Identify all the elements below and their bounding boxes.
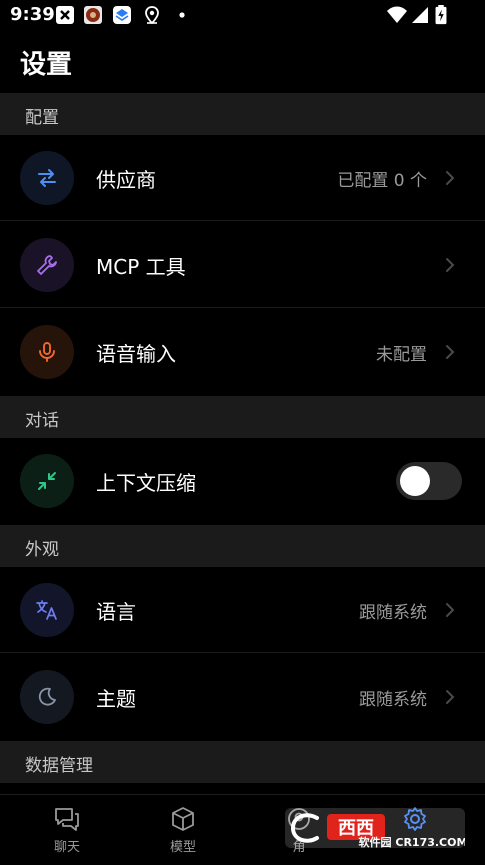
section-header-config: 配置 bbox=[0, 93, 485, 135]
compression-icon-badge bbox=[20, 454, 74, 508]
shrink-arrows-icon bbox=[38, 472, 56, 490]
toggle-knob bbox=[400, 466, 430, 496]
watermark-site: 软件园 CR173.COM bbox=[359, 835, 465, 849]
section-header-chat: 对话 bbox=[0, 396, 485, 438]
cube-icon bbox=[172, 807, 194, 831]
compression-label: 上下文压缩 bbox=[96, 471, 196, 495]
chevron-right-icon bbox=[446, 345, 455, 359]
mcp-label: MCP 工具 bbox=[96, 255, 186, 279]
wifi-icon bbox=[387, 6, 407, 23]
nav-label-models: 模型 bbox=[169, 840, 196, 855]
voice-value: 未配置 bbox=[376, 345, 427, 365]
language-label: 语言 bbox=[96, 600, 136, 624]
location-icon bbox=[145, 6, 159, 25]
microphone-icon bbox=[39, 342, 55, 362]
theme-icon-badge bbox=[20, 670, 74, 724]
notification-x-icon bbox=[56, 6, 74, 24]
notification-app-icon bbox=[84, 6, 102, 24]
chevron-right-icon bbox=[446, 258, 455, 272]
section-header-appearance: 外观 bbox=[0, 525, 485, 567]
settings-row-language[interactable]: 语言 跟随系统 bbox=[0, 567, 485, 653]
chevron-right-icon bbox=[446, 690, 455, 704]
settings-row-compression[interactable]: 上下文压缩 bbox=[0, 438, 485, 524]
status-bar: 9:39 bbox=[0, 0, 485, 30]
section-title-appearance: 外观 bbox=[25, 540, 59, 560]
nav-tab-models[interactable]: 模型 bbox=[138, 795, 228, 865]
status-time: 9:39 bbox=[10, 4, 55, 25]
compression-toggle[interactable] bbox=[396, 462, 462, 500]
wrench-icon bbox=[37, 255, 57, 275]
mcp-icon-badge bbox=[20, 238, 74, 292]
battery-charging-icon bbox=[435, 5, 447, 25]
provider-icon-badge bbox=[20, 151, 74, 205]
arrows-swap-icon bbox=[38, 169, 56, 187]
nav-tab-chat[interactable]: 聊天 bbox=[22, 795, 112, 865]
voice-label: 语音输入 bbox=[96, 342, 176, 366]
nav-label-chat: 聊天 bbox=[53, 840, 80, 855]
translate-icon bbox=[36, 600, 57, 620]
notification-layers-icon bbox=[113, 6, 131, 24]
more-dot-icon bbox=[179, 12, 185, 18]
settings-row-mcp[interactable]: MCP 工具 bbox=[0, 222, 485, 308]
page-title: 设置 bbox=[20, 50, 73, 80]
settings-row-voice[interactable]: 语音输入 未配置 bbox=[0, 309, 485, 395]
theme-label: 主题 bbox=[96, 687, 136, 711]
settings-row-theme[interactable]: 主题 跟随系统 bbox=[0, 654, 485, 740]
settings-row-provider[interactable]: 供应商 已配置 0 个 bbox=[0, 135, 485, 221]
section-header-data: 数据管理 bbox=[0, 741, 485, 783]
chat-bubbles-icon bbox=[55, 808, 79, 831]
watermark-logo: 西西 软件园 CR173.COM bbox=[285, 808, 465, 849]
section-title-config: 配置 bbox=[25, 108, 59, 128]
moon-icon bbox=[38, 687, 56, 706]
provider-value: 已配置 0 个 bbox=[337, 171, 427, 191]
section-title-chat: 对话 bbox=[25, 411, 59, 431]
voice-icon-badge bbox=[20, 325, 74, 379]
section-title-data: 数据管理 bbox=[25, 756, 93, 776]
chevron-right-icon bbox=[446, 603, 455, 617]
signal-icon bbox=[412, 7, 428, 23]
language-value: 跟随系统 bbox=[359, 603, 427, 623]
provider-label: 供应商 bbox=[96, 168, 156, 192]
chevron-right-icon bbox=[446, 171, 455, 185]
language-icon-badge bbox=[20, 583, 74, 637]
theme-value: 跟随系统 bbox=[359, 690, 427, 710]
